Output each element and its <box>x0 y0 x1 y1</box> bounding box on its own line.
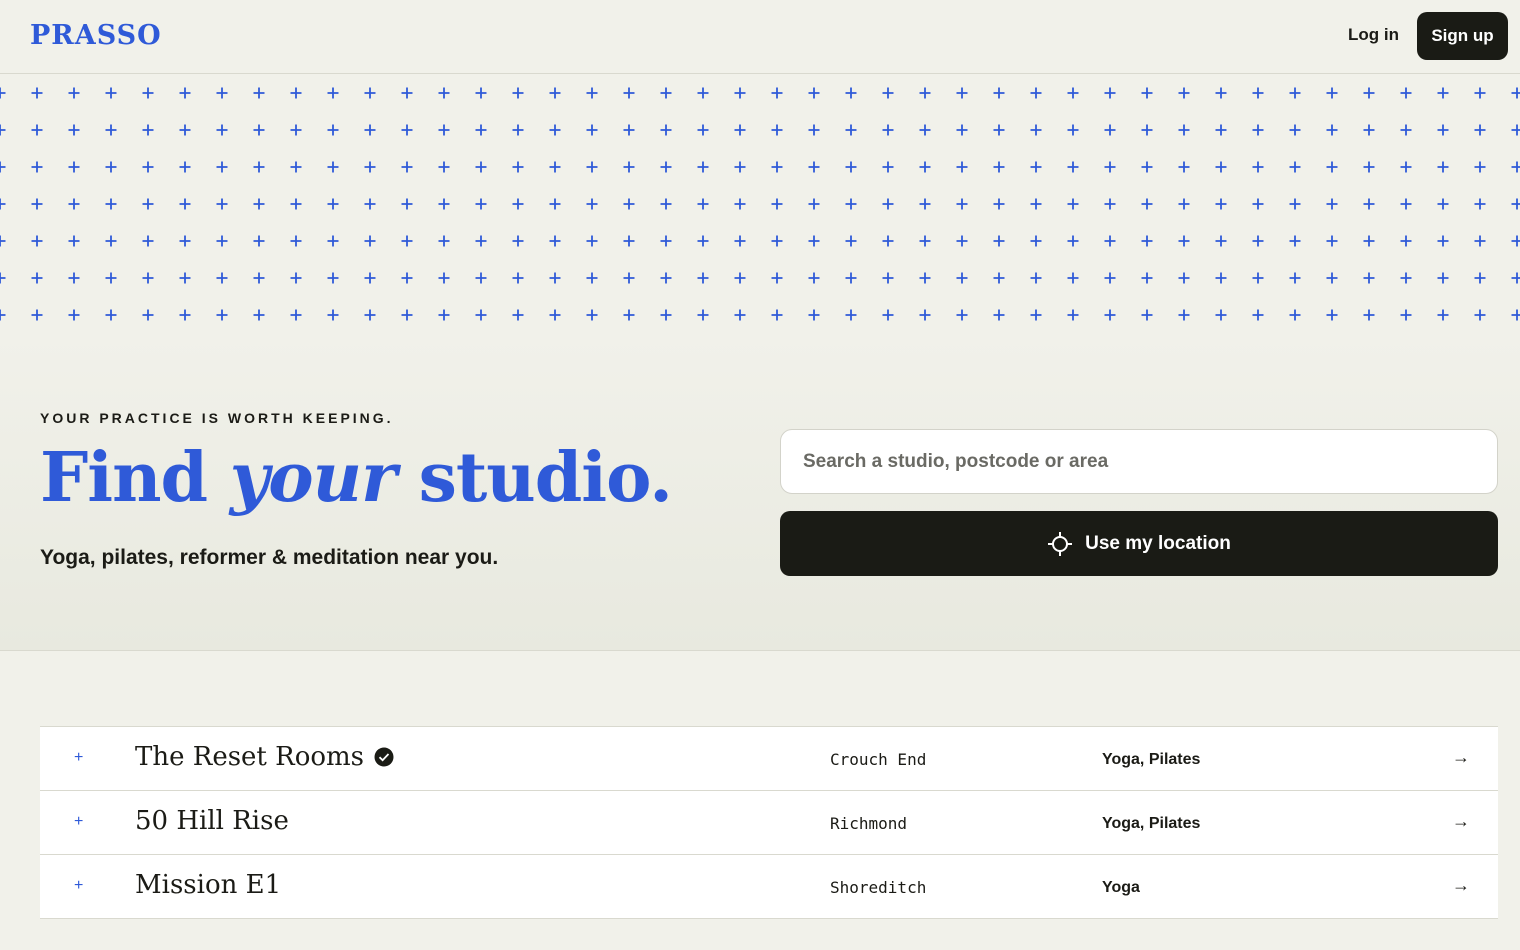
search-input[interactable] <box>780 429 1498 494</box>
studio-list: + The Reset Rooms Crouch End Yoga, Pilat… <box>40 726 1498 919</box>
plus-icon: + <box>74 813 84 830</box>
studio-area: Richmond <box>830 814 908 833</box>
hero-eyebrow: YOUR PRACTICE IS WORTH KEEPING. <box>40 410 394 426</box>
studio-name: Mission E1 <box>135 870 281 900</box>
studio-name-text: Mission E1 <box>135 870 282 900</box>
arrow-right-icon[interactable]: → <box>1452 811 1470 832</box>
studio-area: Crouch End <box>830 750 927 769</box>
crosshair-icon <box>1048 531 1073 556</box>
studio-types: Yoga <box>1102 879 1140 896</box>
brand-logo[interactable]: PRASSO <box>30 20 162 51</box>
studio-name-text: 50 Hill Rise <box>135 806 289 836</box>
arrow-right-icon[interactable]: → <box>1452 747 1470 768</box>
plus-pattern-icon <box>0 75 1520 335</box>
login-link[interactable]: Log in <box>1348 25 1399 45</box>
studio-row[interactable]: + Mission E1 Shoreditch Yoga → <box>40 855 1498 919</box>
headline-start: Find <box>40 438 230 518</box>
studio-types: Yoga, Pilates <box>1102 815 1201 832</box>
studio-name: The Reset Rooms <box>135 742 394 772</box>
signup-button[interactable]: Sign up <box>1417 12 1508 60</box>
top-navigation-bar: PRASSO Log in Sign up <box>0 0 1520 74</box>
plus-icon: + <box>74 877 84 894</box>
arrow-right-icon[interactable]: → <box>1452 875 1470 896</box>
studio-area: Shoreditch <box>830 878 927 897</box>
hero-headline: Find your studio. <box>40 438 673 518</box>
studio-name-text: The Reset Rooms <box>135 742 365 772</box>
headline-emphasis: your <box>229 438 397 518</box>
use-location-button[interactable]: Use my location <box>780 511 1498 576</box>
use-location-label: Use my location <box>1085 532 1231 554</box>
headline-end: studio. <box>395 438 673 518</box>
plus-pattern-graphic <box>0 87 1520 321</box>
studio-types: Yoga, Pilates <box>1102 751 1201 768</box>
plus-icon: + <box>74 749 84 766</box>
studio-name: 50 Hill Rise <box>135 806 289 836</box>
studio-row[interactable]: + The Reset Rooms Crouch End Yoga, Pilat… <box>40 727 1498 791</box>
hero-subline: Yoga, pilates, reformer & meditation nea… <box>40 546 499 569</box>
studio-row[interactable]: + 50 Hill Rise Richmond Yoga, Pilates → <box>40 791 1498 855</box>
verified-check-icon <box>374 747 394 767</box>
